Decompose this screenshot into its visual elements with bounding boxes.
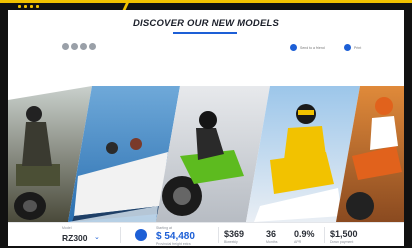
rate-value: 0.9%	[294, 229, 315, 239]
main-panel: DISCOVER OUR NEW MODELS Send to a friend…	[8, 10, 404, 246]
print-icon	[344, 44, 351, 51]
title-underline	[173, 32, 237, 34]
model-info-bar: Model RZ300 ⌄ Starting at $ 54,480 Provi…	[8, 222, 404, 246]
social-links	[62, 43, 96, 50]
price-value: $ 54,480	[156, 231, 195, 242]
price-note: Provincial freight extra	[156, 242, 191, 246]
send-to-friend-label: Send to a friend	[300, 45, 325, 50]
divider	[218, 227, 219, 243]
divider	[120, 227, 121, 243]
down-payment-label: Down payment	[330, 240, 354, 244]
model-gallery	[8, 86, 404, 222]
down-payment-value: $1,500	[330, 229, 358, 239]
email-icon[interactable]	[89, 43, 96, 50]
chevron-down-icon[interactable]: ⌄	[94, 233, 100, 241]
page-title: DISCOVER OUR NEW MODELS	[132, 18, 280, 29]
rate-label: APR	[294, 240, 302, 244]
device-frame: DISCOVER OUR NEW MODELS Send to a friend…	[0, 0, 412, 248]
price-icon	[135, 229, 147, 241]
print-label: Print	[354, 45, 362, 50]
send-icon	[290, 44, 297, 51]
window-dots	[18, 5, 39, 8]
term-value: 36	[266, 229, 277, 239]
print-button[interactable]: Print	[344, 44, 361, 51]
payment-value: $369	[224, 229, 245, 239]
facebook-icon[interactable]	[62, 43, 69, 50]
pinterest-icon[interactable]	[80, 43, 87, 50]
term-label: Months	[266, 240, 278, 244]
send-to-friend-button[interactable]: Send to a friend	[290, 44, 325, 51]
model-label: Model	[62, 226, 72, 230]
frame-top-stripe	[0, 0, 412, 3]
price-label: Starting at	[156, 226, 172, 230]
twitter-icon[interactable]	[71, 43, 78, 50]
divider	[324, 227, 325, 243]
payment-label: Biweekly	[224, 240, 238, 244]
model-value[interactable]: RZ300	[62, 233, 88, 243]
